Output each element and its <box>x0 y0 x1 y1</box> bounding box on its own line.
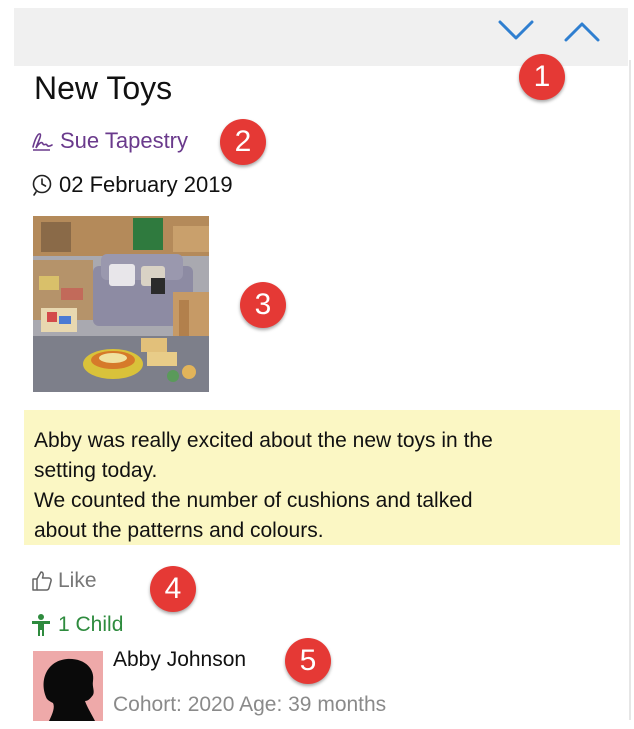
callout-marker: 3 <box>240 282 286 328</box>
observation-date: 02 February 2019 <box>59 172 233 197</box>
next-observation-button[interactable] <box>496 16 536 46</box>
date-row: 02 February 2019 <box>30 170 233 200</box>
author-name: Sue Tapestry <box>60 128 189 153</box>
callout-marker: 1 <box>519 54 565 100</box>
observation-title: New Toys <box>34 70 173 106</box>
child-name[interactable]: Abby Johnson <box>113 648 246 672</box>
chevron-down-icon <box>498 20 534 40</box>
signature-icon <box>32 133 53 151</box>
callout-marker: 2 <box>220 119 266 165</box>
scrollbar-track[interactable] <box>629 60 631 720</box>
author-row: Sue Tapestry <box>30 126 188 156</box>
thumbs-up-icon <box>32 571 52 591</box>
previous-observation-button[interactable] <box>562 16 602 46</box>
like-label: Like <box>58 569 97 592</box>
child-icon <box>32 614 50 636</box>
avatar <box>33 651 103 721</box>
child-silhouette-icon <box>33 651 103 721</box>
chevron-up-icon <box>564 22 600 42</box>
note-line: Abby was really excited about the new to… <box>34 429 493 452</box>
playroom-photo <box>33 216 209 392</box>
clock-icon <box>32 174 52 196</box>
observation-photo[interactable] <box>33 216 209 392</box>
children-count: 1 Child <box>58 613 124 636</box>
callout-marker: 5 <box>285 638 331 684</box>
observation-notes: Abby was really excited about the new to… <box>24 410 620 545</box>
child-details: Cohort: 2020 Age: 39 months <box>113 693 387 716</box>
callout-marker: 4 <box>150 566 196 612</box>
note-line: setting today. <box>34 459 158 482</box>
children-toggle[interactable]: 1 Child <box>30 610 123 640</box>
like-button[interactable]: Like <box>30 566 97 596</box>
note-line: about the patterns and colours. <box>34 519 324 542</box>
note-line: We counted the number of cushions and ta… <box>34 489 473 512</box>
